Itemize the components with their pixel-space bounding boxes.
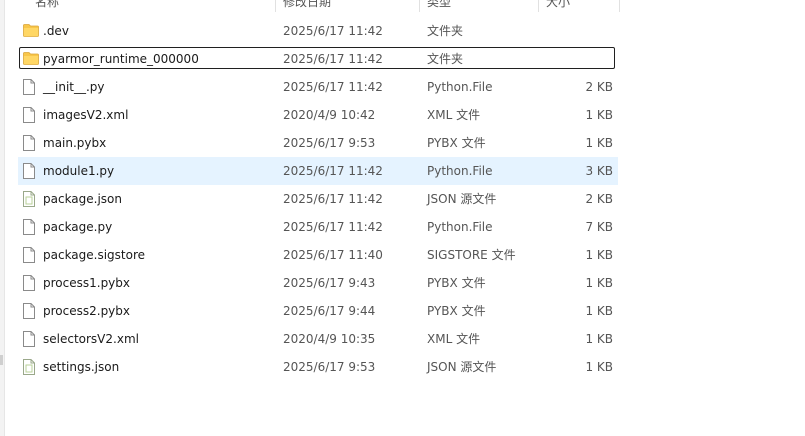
file-size: 1 KB	[585, 136, 613, 150]
file-icon	[23, 213, 41, 241]
file-row[interactable]: pyarmor_runtime_000000 2025/6/17 11:42 文…	[18, 45, 618, 73]
file-list: .dev 2025/6/17 11:42 文件夹 pyarmor_runtime…	[18, 17, 618, 381]
file-type: Python.File	[427, 164, 493, 178]
file-row[interactable]: package.sigstore 2025/6/17 11:40 SIGSTOR…	[18, 241, 618, 269]
file-type: PYBX 文件	[427, 304, 486, 318]
column-divider[interactable]	[275, 0, 276, 12]
file-row[interactable]: package.py 2025/6/17 11:42 Python.File 7…	[18, 213, 618, 241]
file-name: settings.json	[43, 360, 120, 374]
file-date: 2025/6/17 9:53	[283, 136, 376, 150]
navigation-pane-edge	[0, 0, 5, 436]
file-name: package.sigstore	[43, 248, 146, 262]
file-date: 2025/6/17 11:40	[283, 248, 383, 262]
file-row[interactable]: module1.py 2025/6/17 11:42 Python.File 3…	[18, 157, 618, 185]
file-row[interactable]: .dev 2025/6/17 11:42 文件夹	[18, 17, 618, 45]
file-name: pyarmor_runtime_000000	[43, 52, 199, 66]
file-size: 1 KB	[585, 332, 613, 346]
file-date: 2025/6/17 11:42	[283, 80, 383, 94]
file-icon	[23, 297, 41, 325]
column-header-type[interactable]: 类型	[427, 0, 451, 12]
file-type: JSON 源文件	[427, 360, 497, 374]
file-icon	[23, 325, 41, 353]
json-file-icon	[23, 353, 41, 381]
file-date: 2025/6/17 11:42	[283, 220, 383, 234]
file-date: 2025/6/17 9:44	[283, 304, 376, 318]
column-header-date[interactable]: 修改日期	[283, 0, 331, 12]
file-size: 1 KB	[585, 248, 613, 262]
file-row[interactable]: settings.json 2025/6/17 9:53 JSON 源文件 1 …	[18, 353, 618, 381]
json-file-icon	[23, 185, 41, 213]
file-size: 1 KB	[585, 108, 613, 122]
file-row[interactable]: process1.pybx 2025/6/17 9:43 PYBX 文件 1 K…	[18, 269, 618, 297]
file-type: JSON 源文件	[427, 192, 497, 206]
file-type: XML 文件	[427, 108, 481, 122]
column-divider[interactable]	[419, 0, 420, 12]
file-type: Python.File	[427, 80, 493, 94]
file-icon	[23, 129, 41, 157]
file-type: XML 文件	[427, 332, 481, 346]
file-type: 文件夹	[427, 52, 464, 66]
file-icon	[23, 73, 41, 101]
file-date: 2025/6/17 11:42	[283, 52, 383, 66]
file-row[interactable]: main.pybx 2025/6/17 9:53 PYBX 文件 1 KB	[18, 129, 618, 157]
file-name: __init__.py	[43, 80, 105, 94]
file-icon	[23, 269, 41, 297]
file-row[interactable]: __init__.py 2025/6/17 11:42 Python.File …	[18, 73, 618, 101]
pane-divider[interactable]	[4, 0, 5, 436]
file-date: 2020/4/9 10:42	[283, 108, 376, 122]
file-date: 2025/6/17 11:42	[283, 24, 383, 38]
file-date: 2020/4/9 10:35	[283, 332, 376, 346]
file-name: module1.py	[43, 164, 115, 178]
column-divider[interactable]	[538, 0, 539, 12]
file-date: 2025/6/17 11:42	[283, 192, 383, 206]
file-type: PYBX 文件	[427, 276, 486, 290]
file-name: main.pybx	[43, 136, 107, 150]
file-name: selectorsV2.xml	[43, 332, 139, 346]
file-size	[558, 17, 613, 45]
file-name: process2.pybx	[43, 304, 130, 318]
file-name: process1.pybx	[43, 276, 130, 290]
file-name: .dev	[43, 24, 69, 38]
file-size: 2 KB	[585, 192, 613, 206]
file-row[interactable]: package.json 2025/6/17 11:42 JSON 源文件 2 …	[18, 185, 618, 213]
column-header-size[interactable]: 大小	[546, 0, 570, 12]
column-header-name[interactable]: 名称	[35, 0, 59, 12]
file-size: 2 KB	[585, 80, 613, 94]
pane-scroll-mark	[0, 355, 3, 365]
file-date: 2025/6/17 9:43	[283, 276, 376, 290]
file-size	[558, 45, 613, 73]
file-size: 1 KB	[585, 304, 613, 318]
column-divider[interactable]	[619, 0, 620, 12]
file-name: package.py	[43, 220, 113, 234]
file-size: 3 KB	[585, 164, 613, 178]
file-row[interactable]: selectorsV2.xml 2020/4/9 10:35 XML 文件 1 …	[18, 325, 618, 353]
file-size: 7 KB	[585, 220, 613, 234]
file-type: Python.File	[427, 220, 493, 234]
file-size: 1 KB	[585, 276, 613, 290]
file-type: PYBX 文件	[427, 136, 486, 150]
file-name: package.json	[43, 192, 123, 206]
file-row[interactable]: process2.pybx 2025/6/17 9:44 PYBX 文件 1 K…	[18, 297, 618, 325]
file-icon	[23, 101, 41, 129]
file-date: 2025/6/17 9:53	[283, 360, 376, 374]
column-header: 名称 修改日期 类型 大小	[18, 0, 620, 12]
file-name: imagesV2.xml	[43, 108, 129, 122]
folder-icon	[23, 17, 41, 45]
folder-icon	[23, 45, 41, 73]
file-row[interactable]: imagesV2.xml 2020/4/9 10:42 XML 文件 1 KB	[18, 101, 618, 129]
file-icon	[23, 241, 41, 269]
file-type: SIGSTORE 文件	[427, 248, 516, 262]
file-type: 文件夹	[427, 24, 464, 38]
file-size: 1 KB	[585, 360, 613, 374]
file-icon	[23, 157, 41, 185]
file-date: 2025/6/17 11:42	[283, 164, 383, 178]
